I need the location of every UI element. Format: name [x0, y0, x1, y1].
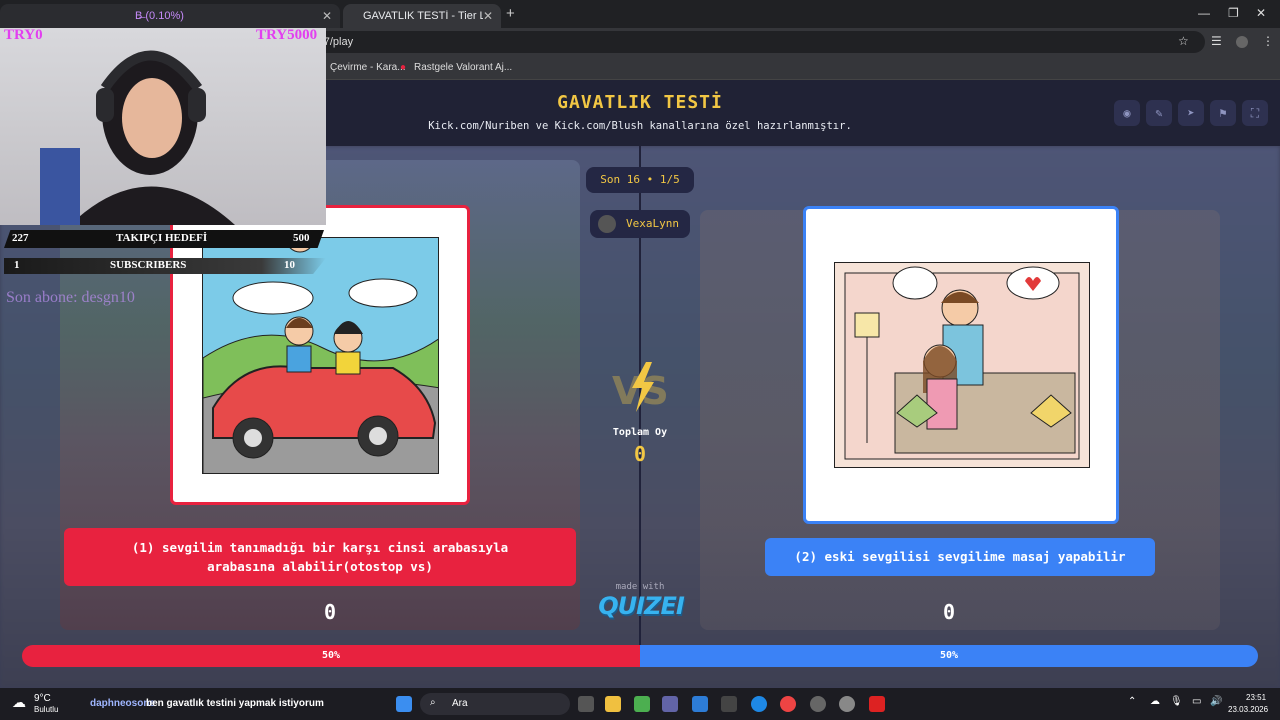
user-badge: VexaLynn: [590, 210, 690, 238]
app-icon[interactable]: [634, 696, 650, 712]
task-view-icon[interactable]: [578, 696, 594, 712]
subscribers-goal-bar: 1 SUBSCRIBERS 10: [4, 258, 326, 274]
stream-text-try5000: TRY5000: [256, 27, 318, 43]
option-left-score: 0: [323, 600, 337, 624]
bookmark-star-icon[interactable]: ☆: [1178, 34, 1189, 48]
follower-goal-bar: 227 TAKIPÇI HEDEFİ 500: [4, 230, 324, 248]
option-right-button[interactable]: (2) eski sevgilisi sevgilime masaj yapab…: [765, 538, 1155, 576]
option-right-card[interactable]: [803, 206, 1119, 524]
edit-icon[interactable]: ✎: [1146, 100, 1172, 126]
minimize-icon[interactable]: —: [1198, 6, 1210, 20]
teams-icon[interactable]: [662, 696, 678, 712]
goal-count: 227: [12, 232, 29, 244]
bookmark-icon: ●: [400, 62, 407, 73]
store-icon[interactable]: [721, 696, 737, 712]
close-icon[interactable]: ✕: [483, 9, 493, 23]
bookmark-item[interactable]: Çevirme - Kara...: [330, 62, 406, 73]
subs-label: SUBSCRIBERS: [110, 259, 187, 271]
flag-icon[interactable]: ⚑: [1210, 100, 1236, 126]
bookmark-item[interactable]: Rastgele Valorant Aj...: [414, 62, 512, 73]
weather-temp: 9°C: [34, 693, 51, 704]
app-icon-2[interactable]: [810, 696, 826, 712]
goal-target: 500: [293, 232, 310, 244]
reading-list-icon[interactable]: ☰: [1211, 34, 1222, 48]
couple-illustration: [834, 262, 1090, 468]
volume-icon[interactable]: 🔊: [1210, 696, 1222, 707]
tab-label: GAVATLIK TESTİ - Tier List, Kör: [363, 10, 483, 22]
app-icon-3[interactable]: [869, 696, 885, 712]
option-left-percent-bar: 50%: [22, 645, 640, 667]
search-icon: ⌕: [430, 697, 436, 708]
window-close-icon[interactable]: ✕: [1256, 6, 1266, 20]
tray-chevron-icon[interactable]: ⌃: [1128, 696, 1136, 707]
send-icon[interactable]: ➤: [1178, 100, 1204, 126]
subs-count: 1: [14, 259, 20, 271]
option-left-button[interactable]: (1) sevgilim tanımadığı bir karşı cinsi …: [64, 528, 576, 586]
webcam-feed: [0, 28, 326, 225]
chat-message: ben gavatlık testini yapmak istiyorum: [146, 698, 324, 709]
edge-icon[interactable]: [751, 696, 767, 712]
chrome-icon[interactable]: [780, 696, 796, 712]
total-votes-value: 0: [633, 442, 647, 466]
stream-text-try0: TRY0: [4, 27, 43, 43]
subs-target: 10: [284, 259, 295, 271]
last-subscriber: Son abone: desgn10: [6, 289, 135, 306]
menu-icon[interactable]: ⋮: [1262, 34, 1274, 48]
option-right-percent-bar: 50%: [640, 645, 1258, 667]
tab-inactive[interactable]: B̶ (0.10%) ✕: [0, 4, 340, 28]
avatar: [598, 215, 616, 233]
taskbar-search[interactable]: ⌕ Ara: [420, 693, 570, 715]
clock-time[interactable]: 23:51: [1246, 693, 1266, 702]
new-tab-icon[interactable]: +: [506, 5, 515, 22]
close-icon[interactable]: ✕: [322, 9, 332, 23]
weather-icon: ☁: [12, 694, 26, 710]
display-icon[interactable]: ▭: [1192, 696, 1201, 707]
tray-cloud-icon[interactable]: ☁: [1150, 696, 1160, 707]
chrome-profile-icon[interactable]: [839, 696, 855, 712]
username: VexaLynn: [626, 217, 679, 230]
quizei-logo[interactable]: QUIZEI: [596, 592, 686, 620]
fullscreen-icon[interactable]: ⛶: [1242, 100, 1268, 126]
made-with-label: made with: [615, 582, 665, 592]
total-votes-label: Toplam Oy: [612, 427, 668, 438]
microphone-icon[interactable]: 🎙: [1170, 696, 1183, 707]
search-label: Ara: [452, 698, 468, 709]
tab-label: B̶ (0.10%): [135, 10, 184, 22]
option-left-card[interactable]: [170, 205, 470, 505]
weather-desc: Bulutlu: [34, 705, 59, 714]
taskbar: ☁ 9°C Bulutlu daphneosone ben gavatlık t…: [0, 688, 1280, 720]
tab-active[interactable]: GAVATLIK TESTİ - Tier List, Kör ✕: [343, 4, 501, 28]
file-explorer-icon[interactable]: [605, 696, 621, 712]
round-badge: Son 16 • 1/5: [586, 167, 694, 193]
goal-label: TAKIPÇI HEDEFİ: [116, 232, 208, 244]
clock-date[interactable]: 23.03.2026: [1228, 705, 1268, 714]
vs-icon: VS: [612, 362, 669, 413]
tab-bar: B̶ (0.10%) ✕ GAVATLIK TESTİ - Tier List,…: [0, 0, 1280, 28]
eye-icon[interactable]: ◉: [1114, 100, 1140, 126]
windows-start-icon[interactable]: [396, 696, 412, 712]
option-right-score: 0: [942, 600, 956, 624]
profile-avatar[interactable]: [1236, 36, 1248, 48]
restore-icon[interactable]: ❐: [1228, 6, 1239, 20]
copilot-icon[interactable]: [692, 696, 708, 712]
